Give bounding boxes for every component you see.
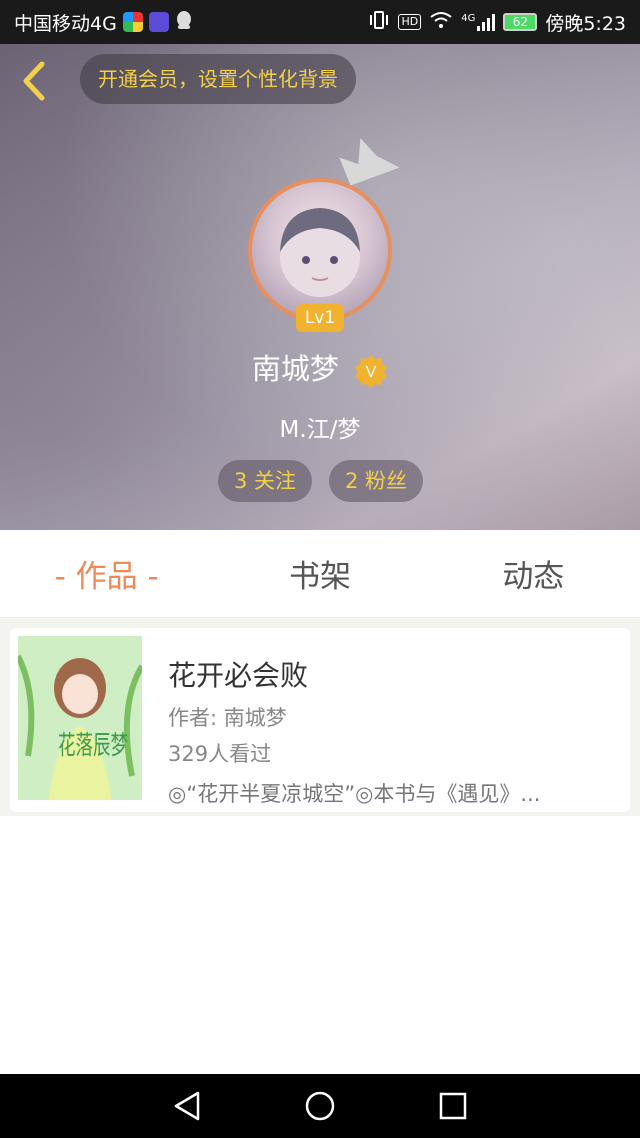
list-item[interactable]: 花落辰梦 花开必会败 作者: 南城梦 329人看过 ◎“花开半夏凉城空”◎本书与… bbox=[10, 628, 630, 812]
nav-home-icon bbox=[305, 1091, 335, 1121]
follow-count-button[interactable]: 3 关注 bbox=[218, 460, 312, 502]
profile-tabs: - 作品 - 书架 动态 bbox=[0, 530, 640, 618]
tab-bookshelf[interactable]: 书架 bbox=[213, 551, 426, 596]
nav-back-icon bbox=[174, 1091, 199, 1121]
taobao-app-icon bbox=[148, 12, 169, 32]
book-title: 花开必会败 bbox=[168, 659, 309, 692]
back-button[interactable] bbox=[16, 58, 56, 104]
status-bar: 中国移动4G HD 4G 62 傍晚5:23 bbox=[0, 0, 640, 44]
book-view-count: 329人看过 bbox=[168, 742, 272, 766]
book-description: ◎“花开半夏凉城空”◎本书与《遇见》... bbox=[168, 782, 541, 806]
crown-icon bbox=[338, 128, 404, 198]
hd-icon: HD bbox=[398, 14, 422, 30]
system-nav-bar bbox=[0, 1074, 640, 1138]
tab-works[interactable]: - 作品 - bbox=[0, 551, 213, 596]
user-signature: M.江/梦 bbox=[279, 417, 361, 443]
verified-icon: V bbox=[354, 354, 388, 388]
username: 南城梦 bbox=[251, 352, 339, 386]
carrier-label: 中国移动4G bbox=[14, 12, 117, 35]
vibrate-icon bbox=[368, 10, 390, 35]
avatar-container[interactable]: Lv1 bbox=[248, 138, 400, 332]
signal-icon: 4G bbox=[461, 13, 496, 31]
time-label: 傍晚5:23 bbox=[545, 12, 626, 35]
level-badge: Lv1 bbox=[296, 304, 344, 332]
back-arrow-icon bbox=[23, 61, 45, 101]
profile-header: 开通会员，设置个性化背景 Lv1 南城梦 V M.江/梦 3 关注 2 粉丝 bbox=[0, 44, 640, 530]
tab-activity[interactable]: 动态 bbox=[427, 551, 640, 596]
network-type-label: 4G bbox=[461, 13, 476, 24]
nav-back-button[interactable] bbox=[167, 1086, 207, 1126]
book-cover[interactable]: 花落辰梦 bbox=[18, 636, 142, 800]
wifi-icon bbox=[429, 11, 453, 34]
qq-icon bbox=[175, 10, 193, 35]
book-cover-text: 花落辰梦 bbox=[58, 731, 128, 761]
avatar[interactable] bbox=[248, 178, 392, 322]
nav-home-button[interactable] bbox=[300, 1086, 340, 1126]
nav-recents-icon bbox=[440, 1092, 467, 1120]
vip-background-button[interactable]: 开通会员，设置个性化背景 bbox=[80, 54, 356, 104]
verified-badge-label: V bbox=[366, 364, 377, 381]
battery-indicator: 62 bbox=[503, 13, 538, 31]
nav-recents-button[interactable] bbox=[433, 1086, 473, 1126]
browser-app-icon bbox=[122, 12, 143, 32]
username-row: 南城梦 V bbox=[0, 346, 640, 388]
fans-count-button[interactable]: 2 粉丝 bbox=[329, 460, 423, 502]
book-author: 作者: 南城梦 bbox=[168, 706, 287, 730]
